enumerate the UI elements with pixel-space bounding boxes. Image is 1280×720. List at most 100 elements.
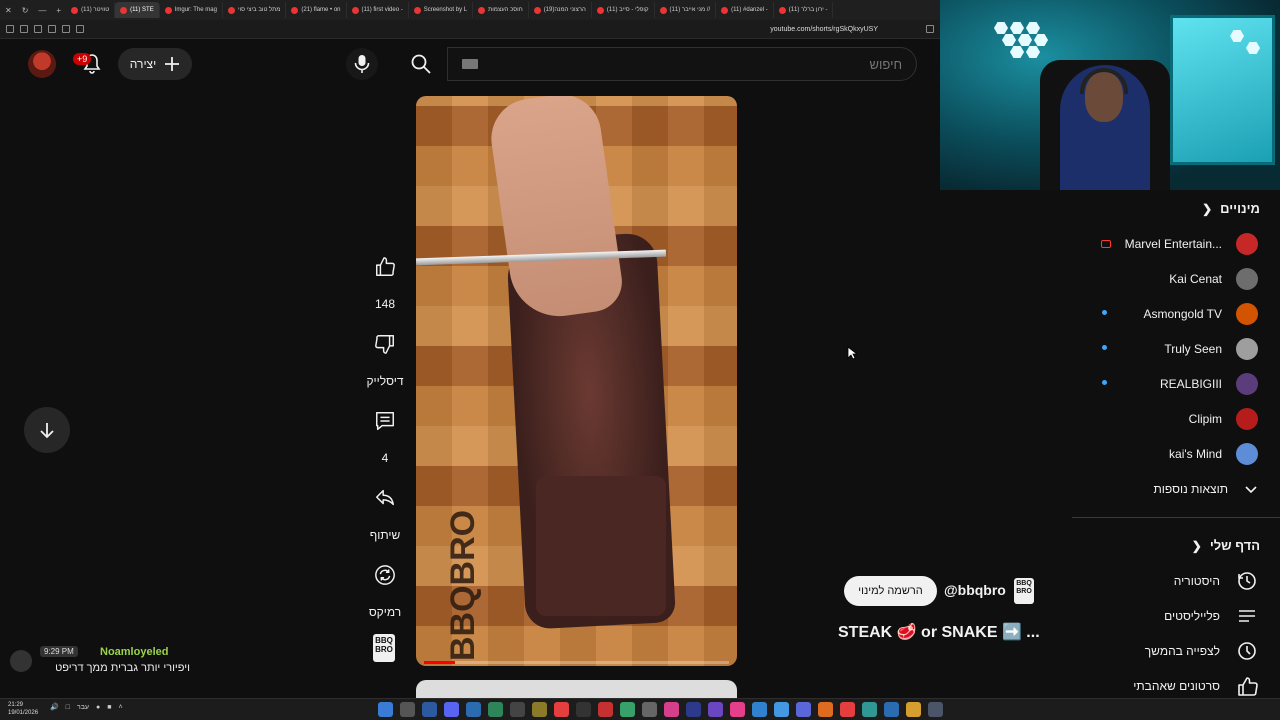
app-icon[interactable] (488, 702, 503, 717)
app-icon[interactable] (576, 702, 591, 717)
tab-overview-icon[interactable] (48, 25, 56, 33)
subscription-item[interactable]: Clipim (1072, 401, 1258, 436)
app-icon[interactable] (444, 702, 459, 717)
subscription-item[interactable]: Asmongold TV (1072, 296, 1258, 331)
like-button[interactable] (363, 245, 407, 289)
share-button[interactable] (363, 476, 407, 520)
dislike-button[interactable] (363, 322, 407, 366)
short-video-player[interactable]: BBQBRO (416, 96, 737, 666)
taskbar-apps (378, 702, 943, 717)
browser-tab[interactable]: (11) #danzel - (716, 2, 774, 18)
browser-tab[interactable]: (19)הרצוני המנה (529, 2, 592, 18)
app-icon[interactable] (818, 702, 833, 717)
bookmark-icon[interactable] (926, 25, 934, 33)
channel-handle[interactable]: @bbqbro (944, 582, 1006, 598)
short-caption[interactable]: STEAK 🥩 or SNAKE ➡️ ... (838, 622, 1040, 642)
app-icon[interactable] (532, 702, 547, 717)
remix-button[interactable] (363, 553, 407, 597)
new-tab-icon[interactable]: + (51, 6, 66, 15)
search-button[interactable] (395, 47, 447, 81)
app-icon[interactable] (510, 702, 525, 717)
comments-button[interactable] (363, 399, 407, 443)
subscriptions-header[interactable]: מינויים ❮ (1202, 201, 1260, 216)
app-icon[interactable] (598, 702, 613, 717)
browser-tab[interactable]: (11) מני אייבר // (655, 2, 717, 18)
screenshot-icon[interactable] (62, 25, 70, 33)
channel-thumbnail[interactable]: BBQ BRO (373, 634, 395, 662)
video-progress-bar[interactable] (424, 661, 729, 664)
minimize-icon[interactable]: — (33, 6, 51, 15)
language-indicator[interactable]: עבר (77, 704, 89, 711)
subscription-item[interactable]: Kai Cenat (1072, 261, 1258, 296)
video-brand-watermark: BBQBRO (444, 509, 482, 661)
search-input[interactable] (478, 56, 902, 72)
browser-tab[interactable]: Imgur: The mag (160, 2, 223, 18)
browser-tab[interactable]: Screenshot by L (409, 2, 474, 18)
sidebar-icon[interactable] (34, 25, 42, 33)
subscription-item[interactable]: Marvel Entertain... (1072, 226, 1258, 261)
app-icon[interactable] (554, 702, 569, 717)
settings-icon[interactable] (76, 25, 84, 33)
you-menu-item[interactable]: פלייליסטים (1072, 598, 1258, 633)
app-icon[interactable] (642, 702, 657, 717)
browser-tab[interactable]: (11) first video - (347, 2, 409, 18)
channel-avatar (1236, 372, 1258, 395)
channel-logo[interactable]: BBQ BRO (1014, 578, 1034, 604)
browser-tab[interactable]: מתל טוב ביצי סוי (223, 2, 287, 18)
browser-tab[interactable]: (11) קופלי - סייב (592, 2, 655, 18)
app-icon[interactable] (664, 702, 679, 717)
browser-tabstrip: ✕ ↻ — + (11) טוויטר (11) STE Imgur: The ma… (0, 0, 940, 20)
show-more-label: תוצאות נוספות (1153, 481, 1229, 496)
app-icon[interactable] (796, 702, 811, 717)
extensions-icon[interactable] (20, 25, 28, 33)
show-more-button[interactable]: תוצאות נוספות (1072, 471, 1258, 506)
app-icon[interactable] (708, 702, 723, 717)
monitor-icon[interactable]: □ (66, 704, 70, 711)
browser-tab[interactable]: (11) ירון ברלר - (774, 2, 834, 18)
chat-timestamp: 9:29 PM (40, 646, 78, 657)
dislike-label: דיסלייק (366, 374, 404, 388)
mic-tray-icon[interactable]: ● (96, 704, 100, 711)
window-menu-icon[interactable]: ✕ (0, 6, 17, 15)
app-icon[interactable] (884, 702, 899, 717)
tab-favicon-icon (227, 6, 235, 14)
you-menu-item[interactable]: לצפייה בהמשך (1072, 633, 1258, 668)
app-icon[interactable] (730, 702, 745, 717)
url-field[interactable]: youtube.com/shorts/rgSkQkxyUSY (770, 26, 878, 33)
app-icon[interactable] (422, 702, 437, 717)
app-icon[interactable] (378, 702, 393, 717)
subscription-item[interactable]: REALBIGIII (1072, 366, 1258, 401)
you-header[interactable]: הדף שלי ❮ (1192, 538, 1260, 553)
browser-tab[interactable]: (21) flame • on (286, 2, 347, 18)
comments-action: 4 (362, 399, 408, 465)
subscription-item[interactable]: kai's Mind (1072, 436, 1258, 471)
keyboard-icon[interactable] (462, 59, 478, 69)
app-icon[interactable] (752, 702, 767, 717)
taskbar-clock[interactable]: 21:29 19/01/2026 (8, 701, 38, 717)
create-button[interactable]: יצירה (118, 48, 192, 80)
widget-icon[interactable]: ■ (107, 704, 111, 711)
subscribe-button[interactable]: הרשמה למינוי (844, 576, 937, 606)
account-avatar[interactable] (28, 50, 56, 78)
app-icon[interactable] (928, 702, 943, 717)
browser-tab[interactable]: (11) טוויטר (66, 2, 116, 18)
plus-icon (165, 57, 180, 71)
app-icon[interactable] (906, 702, 921, 717)
app-icon[interactable] (620, 702, 635, 717)
next-short-button[interactable] (24, 407, 70, 453)
app-icon[interactable] (774, 702, 789, 717)
browser-tab[interactable]: חוסכ העצמות (473, 2, 529, 18)
tray-chevron-icon[interactable]: ˄ (118, 704, 122, 711)
you-menu-item[interactable]: היסטוריה (1072, 563, 1258, 598)
refresh-icon[interactable]: ↻ (17, 6, 34, 15)
volume-icon[interactable]: 🔊 (50, 703, 59, 711)
app-icon[interactable] (686, 702, 701, 717)
app-icon[interactable] (840, 702, 855, 717)
voice-search-button[interactable] (346, 48, 378, 80)
menu-icon[interactable] (6, 25, 14, 33)
app-icon[interactable] (466, 702, 481, 717)
app-icon[interactable] (862, 702, 877, 717)
subscription-item[interactable]: Truly Seen (1072, 331, 1258, 366)
browser-tab[interactable]: (11) STE (115, 2, 160, 18)
app-icon[interactable] (400, 702, 415, 717)
